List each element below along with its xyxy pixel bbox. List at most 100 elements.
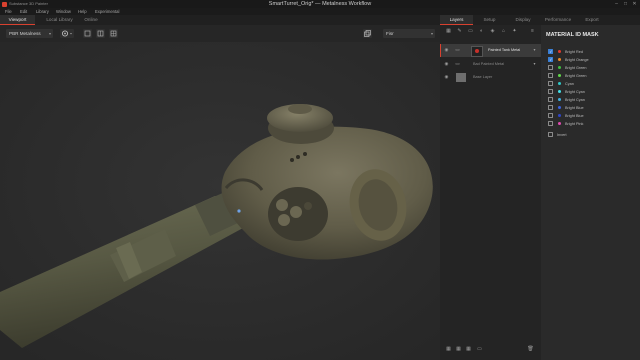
view-mode-value: Fisr	[386, 31, 394, 36]
mask-checkbox[interactable]	[548, 73, 553, 78]
mask-item-label: Bright Cyan	[565, 97, 585, 102]
color-swatch	[558, 73, 561, 77]
tab-performance[interactable]: Performance	[540, 15, 576, 25]
shading-mode-value: PBR Metalness	[9, 31, 41, 36]
turret-model-render	[0, 42, 440, 360]
split-view-button[interactable]	[96, 29, 105, 38]
layers-copy-icon	[364, 30, 371, 37]
mask-checkbox[interactable]	[548, 65, 553, 70]
color-swatch	[558, 65, 561, 69]
invert-label: Invert	[557, 132, 567, 137]
color-swatch	[558, 89, 561, 93]
maximize-button[interactable]: □	[621, 0, 630, 8]
chevron-down-icon[interactable]: ▾	[531, 61, 538, 68]
add-layer-icon[interactable]: ▦	[445, 346, 452, 353]
eye-icon[interactable]: ◉	[443, 61, 450, 68]
tab-setup[interactable]: Setup	[474, 15, 505, 25]
layer-row-bad-painted-metal[interactable]: ◉ ▭ Bad Painted Metal ▾	[440, 58, 541, 71]
layer-thumbnail	[471, 46, 483, 57]
add-fill-icon[interactable]: ▦	[455, 346, 462, 353]
layer-thumbnail	[456, 73, 466, 82]
effect-icon[interactable]: ✦	[511, 28, 518, 35]
tab-export[interactable]: Export	[577, 15, 607, 25]
mask-item-label: Bright Green	[565, 73, 587, 78]
folder-icon[interactable]: ▭	[467, 28, 474, 35]
delete-layer-icon[interactable]: 🗑	[527, 346, 534, 353]
camera-settings-button[interactable]	[60, 29, 74, 38]
mask-checkbox[interactable]	[548, 113, 553, 118]
mask-swatch	[475, 49, 479, 53]
folder-icon: ▭	[455, 47, 460, 52]
close-button[interactable]: ✕	[630, 0, 639, 8]
grid-view-button[interactable]	[109, 29, 118, 38]
view-mode-dropdown[interactable]: Fisr ▾	[383, 29, 435, 38]
mask-checkbox[interactable]	[548, 57, 553, 62]
tab-layers[interactable]: Layers	[440, 15, 473, 25]
chevron-down-icon[interactable]: ▾	[531, 47, 538, 54]
minimize-button[interactable]: –	[612, 0, 621, 8]
mask-checkbox[interactable]	[548, 105, 553, 110]
mask-item-label: Bright Pink	[565, 121, 584, 126]
layer-row-painted-tank-metal[interactable]: ◉ ▭ Painted Tank Metal ▾	[440, 44, 541, 57]
color-swatch	[558, 121, 561, 125]
mask-checkbox[interactable]	[548, 49, 553, 54]
invert-checkbox[interactable]	[548, 132, 553, 137]
tab-viewport[interactable]: Viewport	[0, 15, 35, 25]
single-view-button[interactable]	[83, 29, 92, 38]
properties-panel	[541, 25, 640, 360]
mask-item-label: Bright Blue	[565, 113, 584, 118]
mask-checkbox[interactable]	[548, 97, 553, 102]
color-swatch	[558, 113, 561, 117]
mask-icon[interactable]: ◐	[478, 28, 485, 35]
mask-checkbox[interactable]	[548, 89, 553, 94]
chevron-down-icon: ▾	[48, 31, 51, 36]
layers-bottom-toolbar: ▦ ▦ ▦ ▭ 🗑	[440, 344, 541, 356]
folder-icon: ▭	[455, 61, 460, 66]
screenshot-button[interactable]	[363, 29, 372, 38]
drop-icon[interactable]: ◈	[489, 28, 496, 35]
add-mask-icon[interactable]: ▦	[465, 346, 472, 353]
mask-item-label: Bright Red	[565, 49, 583, 54]
gear-icon	[61, 30, 72, 37]
panel-title: MATERIAL ID MASK	[546, 32, 599, 38]
menu-edit[interactable]: Edit	[20, 9, 27, 14]
tab-online[interactable]: Online	[76, 15, 106, 25]
eye-icon[interactable]: ◉	[443, 47, 450, 54]
color-swatch	[558, 105, 561, 109]
mask-item-label: Bright Orange	[565, 57, 589, 62]
menu-experimental[interactable]: Experimental	[95, 9, 119, 14]
single-view-icon	[84, 30, 91, 37]
menu-file[interactable]: File	[5, 9, 12, 14]
eye-icon[interactable]: ◉	[443, 74, 450, 81]
color-swatch	[558, 49, 561, 53]
layer-name: Base Layer	[473, 75, 493, 79]
mask-item-label: Bright Green	[565, 65, 587, 70]
color-swatch	[558, 97, 561, 101]
fill-layer-icon[interactable]: ▦	[445, 28, 452, 35]
menu-icon[interactable]: ≡	[529, 28, 536, 35]
grid-view-icon	[110, 30, 117, 37]
mask-item-label: Cyan	[565, 81, 574, 86]
color-swatch	[558, 81, 561, 85]
layer-name: Bad Painted Metal	[473, 62, 505, 66]
split-view-icon	[97, 30, 104, 37]
menu-help[interactable]: Help	[78, 9, 87, 14]
menu-library[interactable]: Library	[36, 9, 49, 14]
shading-mode-dropdown[interactable]: PBR Metalness ▾	[6, 29, 53, 38]
paint-icon[interactable]: ✎	[456, 28, 463, 35]
menu-window[interactable]: Window	[56, 9, 71, 14]
add-folder-icon[interactable]: ▭	[476, 346, 483, 353]
mask-item-label: Bright Blue	[565, 105, 584, 110]
selected-layer-indicator	[440, 44, 441, 57]
layer-name: Painted Tank Metal	[488, 48, 521, 52]
mask-item-label: Bright Cyan	[565, 89, 585, 94]
tab-display[interactable]: Display	[506, 15, 540, 25]
layers-toolbar: ▦ ✎ ▭ ◐ ◈ ⌂ ✦ ≡	[440, 28, 541, 38]
layer-row-base-layer[interactable]: ◉ Base Layer	[440, 72, 541, 83]
window-title: SmartTurret_Orig* — Metalness Workflow	[268, 0, 372, 7]
color-swatch	[558, 57, 561, 61]
3d-viewport[interactable]	[0, 42, 440, 360]
trash-icon[interactable]: ⌂	[500, 28, 507, 35]
mask-checkbox[interactable]	[548, 121, 553, 126]
mask-checkbox[interactable]	[548, 81, 553, 86]
